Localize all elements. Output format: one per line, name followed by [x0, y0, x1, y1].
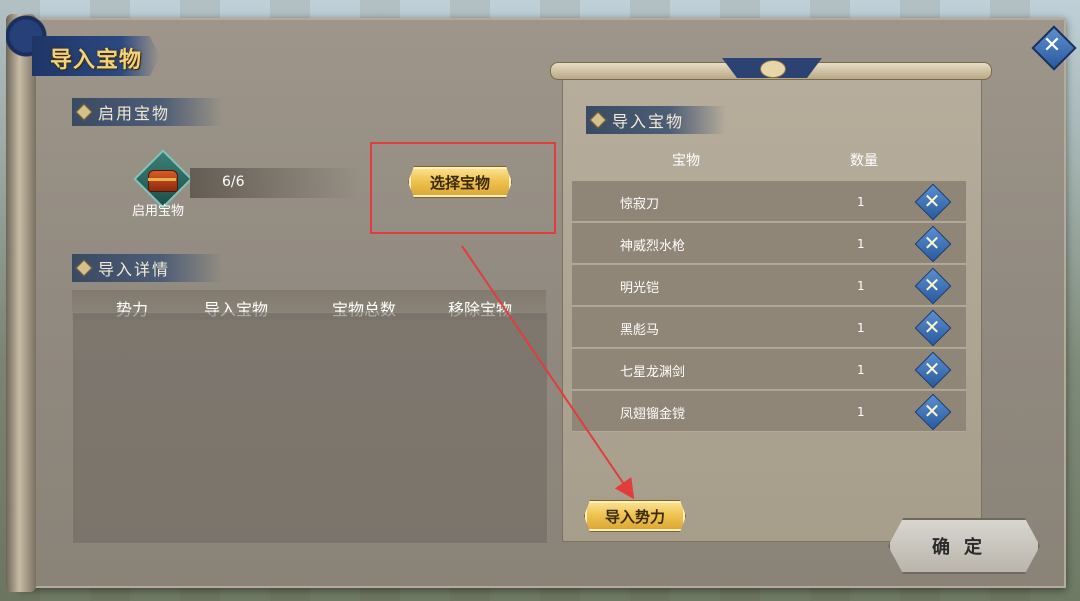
treasure-name: 凤翅镏金镋 — [620, 407, 686, 422]
remove-button[interactable]: ✕ — [914, 393, 952, 431]
diamond-bullet-icon — [589, 111, 607, 129]
diamond-bullet-icon — [75, 103, 93, 121]
treasure-row: 凤翅镏金镋 1 ✕ — [572, 391, 966, 432]
treasure-name: 七星龙渊剑 — [620, 365, 686, 380]
section-title: 启用宝物 — [98, 104, 171, 123]
column-header-qty: 数量 — [850, 153, 878, 169]
treasure-row: 黑彪马 1 ✕ — [572, 307, 966, 348]
enabled-section-header: 启用宝物 — [72, 98, 222, 126]
treasure-qty: 1 — [857, 279, 865, 293]
treasure-row: 七星龙渊剑 1 ✕ — [572, 349, 966, 390]
import-faction-button[interactable]: 导入势力 — [584, 500, 686, 532]
remove-button[interactable]: ✕ — [914, 267, 952, 305]
section-title: 导入详情 — [98, 260, 171, 279]
chest-label: 启用宝物 — [132, 204, 185, 219]
details-table-body — [72, 312, 548, 544]
treasure-name: 惊寂刀 — [620, 197, 660, 212]
import-section-header: 导入宝物 — [586, 106, 726, 134]
treasure-qty: 1 — [857, 195, 865, 209]
enabled-count: 6/6 — [222, 174, 245, 190]
diamond-bullet-icon — [75, 259, 93, 277]
details-section-header: 导入详情 — [72, 254, 222, 282]
remove-button[interactable]: ✕ — [914, 351, 952, 389]
treasure-qty: 1 — [857, 363, 865, 377]
section-title: 导入宝物 — [612, 112, 685, 131]
emblem-icon — [760, 60, 786, 78]
treasure-qty: 1 — [857, 237, 865, 251]
count-bar — [190, 168, 360, 198]
treasure-row: 明光铠 1 ✕ — [572, 265, 966, 306]
treasure-chest-icon[interactable] — [133, 149, 193, 209]
select-treasure-button[interactable]: 选择宝物 — [408, 166, 512, 198]
close-button[interactable]: ✕ — [1031, 25, 1077, 71]
treasure-row: 惊寂刀 1 ✕ — [572, 181, 966, 222]
treasure-name: 神威烈水枪 — [620, 239, 686, 254]
column-header-item: 宝物 — [672, 153, 700, 169]
treasure-row: 神威烈水枪 1 ✕ — [572, 223, 966, 264]
remove-button[interactable]: ✕ — [914, 225, 952, 263]
remove-button[interactable]: ✕ — [914, 309, 952, 347]
treasure-name: 黑彪马 — [620, 323, 660, 338]
window-title-tab: 导入宝物 — [6, 10, 160, 84]
confirm-button[interactable]: 确定 — [888, 518, 1040, 574]
treasure-name: 明光铠 — [620, 281, 660, 296]
remove-button[interactable]: ✕ — [914, 183, 952, 221]
window-title: 导入宝物 — [50, 48, 143, 73]
treasure-qty: 1 — [857, 321, 865, 335]
treasure-qty: 1 — [857, 405, 865, 419]
